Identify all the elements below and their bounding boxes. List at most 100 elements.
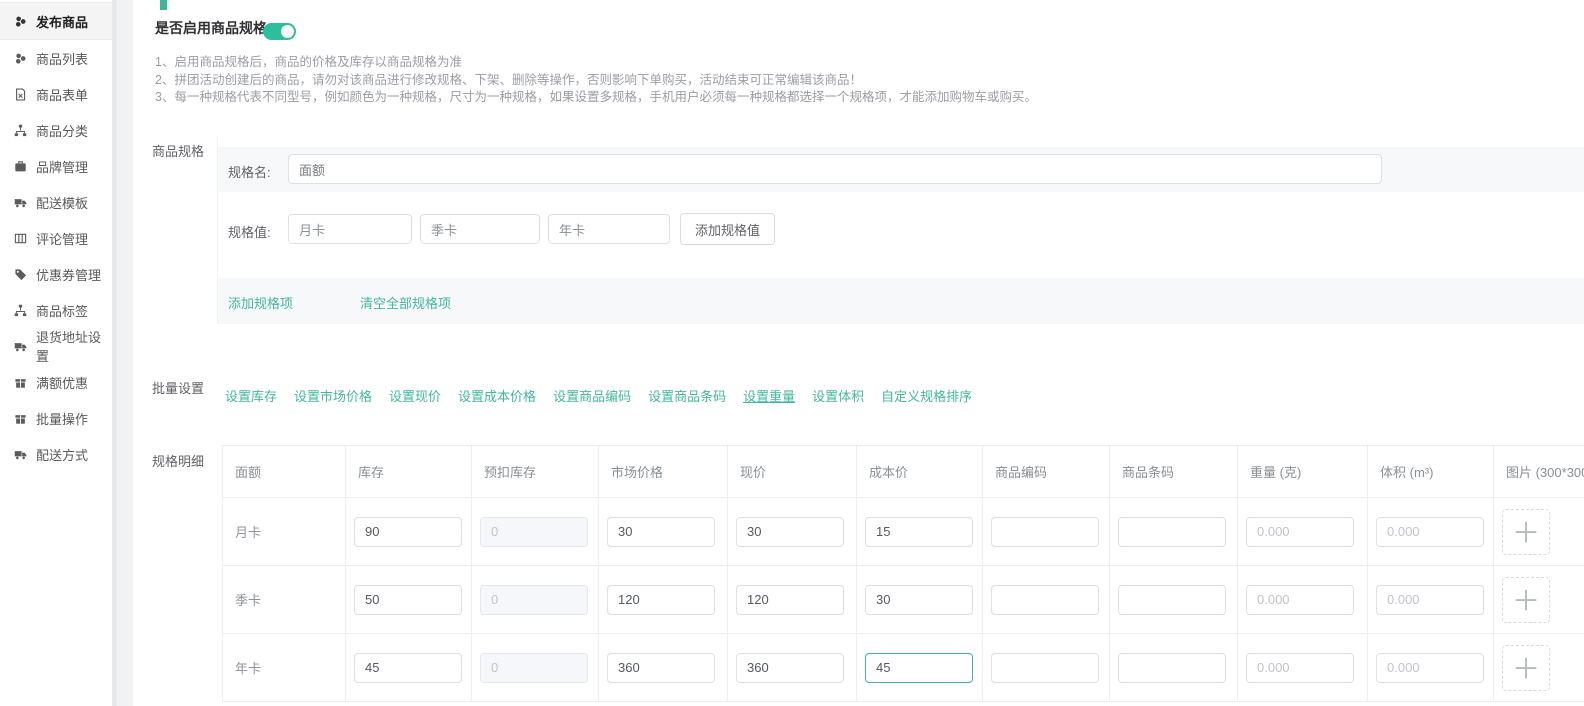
image-upload-button[interactable] bbox=[1502, 645, 1550, 691]
image-upload-button[interactable] bbox=[1502, 509, 1550, 555]
image-upload-button[interactable] bbox=[1502, 577, 1550, 623]
add-spec-item-link[interactable]: 添加规格项 bbox=[228, 293, 293, 312]
sidebar-item-label: 商品表单 bbox=[36, 85, 88, 104]
sidebar-item-label: 优惠券管理 bbox=[36, 265, 101, 284]
sidebar-item-delivery-template[interactable]: 配送模板 bbox=[0, 184, 112, 220]
stock-input[interactable] bbox=[354, 517, 462, 547]
product-code-input[interactable] bbox=[991, 653, 1099, 683]
batch-link-set-cost-price[interactable]: 设置成本价格 bbox=[458, 386, 536, 405]
weight-input[interactable] bbox=[1246, 653, 1354, 683]
stock-input[interactable] bbox=[354, 653, 462, 683]
tag-icon bbox=[13, 267, 27, 281]
volume-input[interactable] bbox=[1376, 585, 1484, 615]
batch-link-set-stock[interactable]: 设置库存 bbox=[225, 386, 277, 405]
table-row: 年卡 bbox=[223, 634, 1584, 702]
sitemap-icon bbox=[13, 123, 27, 137]
clear-all-spec-link[interactable]: 清空全部规格项 bbox=[360, 293, 451, 312]
document-icon bbox=[13, 87, 27, 101]
market-price-input[interactable] bbox=[607, 585, 715, 615]
sidebar-item-product-list[interactable]: 商品列表 bbox=[0, 40, 112, 76]
col-header-image: 图片 (300*300) bbox=[1494, 446, 1584, 498]
gift-icon bbox=[13, 411, 27, 425]
sidebar-item-label: 批量操作 bbox=[36, 409, 88, 428]
batch-link-set-price[interactable]: 设置现价 bbox=[389, 386, 441, 405]
page-background-gap bbox=[117, 0, 133, 706]
price-input[interactable] bbox=[736, 653, 844, 683]
batch-link-set-weight[interactable]: 设置重量 bbox=[743, 386, 795, 405]
main-content: 是否启用商品规格: 1、启用商品规格后，商品的价格及库存以商品规格为准 2、拼团… bbox=[133, 0, 1584, 706]
barcode-input[interactable] bbox=[1118, 517, 1226, 547]
spheres-icon bbox=[13, 51, 27, 65]
gift-icon bbox=[13, 375, 27, 389]
sidebar-scrollbar[interactable] bbox=[112, 0, 117, 706]
price-input[interactable] bbox=[736, 585, 844, 615]
spec-values-label: 规格值: bbox=[228, 222, 271, 241]
sidebar-item-label: 评论管理 bbox=[36, 229, 88, 248]
stock-input[interactable] bbox=[354, 585, 462, 615]
table-row: 月卡 bbox=[223, 498, 1584, 566]
spec-notes: 1、启用商品规格后，商品的价格及库存以商品规格为准 2、拼团活动创建后的商品，请… bbox=[155, 54, 1037, 107]
sidebar-item-delivery-method[interactable]: 配送方式 bbox=[0, 436, 112, 472]
plus-icon bbox=[1511, 653, 1541, 683]
batch-link-set-market-price[interactable]: 设置市场价格 bbox=[294, 386, 372, 405]
sidebar-item-product-form[interactable]: 商品表单 bbox=[0, 76, 112, 112]
spec-name-label: 规格名: bbox=[228, 162, 271, 181]
sidebar-item-brand-management[interactable]: 品牌管理 bbox=[0, 148, 112, 184]
batch-link-set-volume[interactable]: 设置体积 bbox=[812, 386, 864, 405]
sidebar-item-return-address[interactable]: 退货地址设置 bbox=[0, 328, 112, 364]
batch-section-label: 批量设置 bbox=[152, 378, 204, 397]
sidebar-item-label: 配送模板 bbox=[36, 193, 88, 212]
sidebar-item-comment-management[interactable]: 评论管理 bbox=[0, 220, 112, 256]
batch-link-set-barcode[interactable]: 设置商品条码 bbox=[648, 386, 726, 405]
row-name: 月卡 bbox=[223, 498, 346, 566]
volume-input[interactable] bbox=[1376, 653, 1484, 683]
market-price-input[interactable] bbox=[607, 653, 715, 683]
sidebar-item-publish-product[interactable]: 发布商品 bbox=[0, 2, 112, 40]
cost-price-input[interactable] bbox=[865, 517, 973, 547]
sidebar-item-product-tags[interactable]: 商品标签 bbox=[0, 292, 112, 328]
col-header-price: 现价 bbox=[728, 446, 857, 498]
col-header-cost-price: 成本价 bbox=[857, 446, 983, 498]
spec-value-input-1[interactable] bbox=[288, 214, 412, 244]
col-header-product-code: 商品编码 bbox=[983, 446, 1110, 498]
add-spec-value-button[interactable]: 添加规格值 bbox=[680, 213, 775, 245]
spec-actions-row: 添加规格项 清空全部规格项 bbox=[218, 278, 1584, 324]
sidebar-item-label: 发布商品 bbox=[36, 12, 88, 31]
barcode-input[interactable] bbox=[1118, 653, 1226, 683]
price-input[interactable] bbox=[736, 517, 844, 547]
plus-icon bbox=[1511, 585, 1541, 615]
spec-value-input-2[interactable] bbox=[420, 214, 540, 244]
sitemap-icon bbox=[13, 303, 27, 317]
batch-link-set-product-code[interactable]: 设置商品编码 bbox=[553, 386, 631, 405]
batch-link-custom-spec-sort[interactable]: 自定义规格排序 bbox=[881, 386, 972, 405]
cost-price-input[interactable] bbox=[865, 585, 973, 615]
spec-section-label: 商品规格 bbox=[152, 141, 204, 160]
market-price-input[interactable] bbox=[607, 517, 715, 547]
product-code-input[interactable] bbox=[991, 517, 1099, 547]
briefcase-icon bbox=[13, 159, 27, 173]
sidebar-item-coupon-management[interactable]: 优惠券管理 bbox=[0, 256, 112, 292]
sidebar-item-product-category[interactable]: 商品分类 bbox=[0, 112, 112, 148]
enable-spec-toggle[interactable] bbox=[263, 23, 296, 40]
spec-values-row: 规格值: 添加规格值 bbox=[218, 214, 1584, 246]
truck-icon bbox=[13, 339, 27, 353]
volume-input[interactable] bbox=[1376, 517, 1484, 547]
note-line: 3、每一种规格代表不同型号，例如颜色为一种规格，尺寸为一种规格，如果设置多规格，… bbox=[155, 89, 1037, 107]
sidebar-item-label: 商品分类 bbox=[36, 121, 88, 140]
cost-price-input-focused[interactable] bbox=[865, 653, 973, 683]
sidebar-item-full-discount[interactable]: 满额优惠 bbox=[0, 364, 112, 400]
product-code-input[interactable] bbox=[991, 585, 1099, 615]
col-header-withheld-stock: 预扣库存 bbox=[472, 446, 599, 498]
col-header-market-price: 市场价格 bbox=[599, 446, 728, 498]
table-icon bbox=[13, 231, 27, 245]
truck-icon bbox=[13, 195, 27, 209]
weight-input[interactable] bbox=[1246, 585, 1354, 615]
barcode-input[interactable] bbox=[1118, 585, 1226, 615]
weight-input[interactable] bbox=[1246, 517, 1354, 547]
sidebar-item-batch-operations[interactable]: 批量操作 bbox=[0, 400, 112, 436]
spec-value-input-3[interactable] bbox=[548, 214, 670, 244]
table-header-row: 面额 库存 预扣库存 市场价格 现价 成本价 商品编码 商品条码 重量 (克) … bbox=[223, 446, 1584, 498]
batch-links: 设置库存 设置市场价格 设置现价 设置成本价格 设置商品编码 设置商品条码 设置… bbox=[225, 386, 972, 405]
spec-name-input[interactable] bbox=[288, 154, 1382, 184]
withheld-stock-input bbox=[480, 517, 588, 547]
